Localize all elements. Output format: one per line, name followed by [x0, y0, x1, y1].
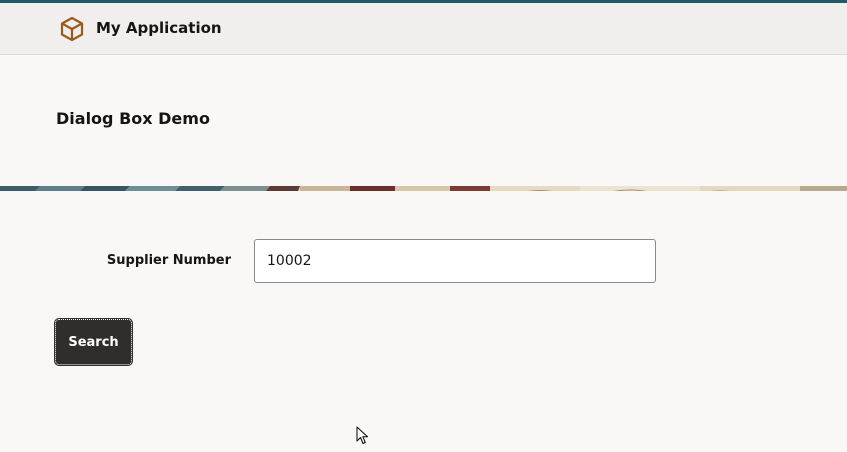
supplier-number-label: Supplier Number — [106, 253, 231, 268]
page-header: Dialog Box Demo — [0, 56, 847, 181]
cube-icon — [58, 15, 86, 43]
supplier-number-input[interactable] — [254, 239, 656, 283]
page-title: Dialog Box Demo — [56, 109, 210, 128]
app-title: My Application — [96, 19, 222, 37]
main-content: Supplier Number Search — [0, 191, 847, 452]
search-button[interactable]: Search — [54, 318, 133, 366]
decorative-banner — [0, 181, 847, 191]
mouse-pointer-icon — [356, 426, 370, 446]
app-header: My Application — [0, 3, 847, 55]
